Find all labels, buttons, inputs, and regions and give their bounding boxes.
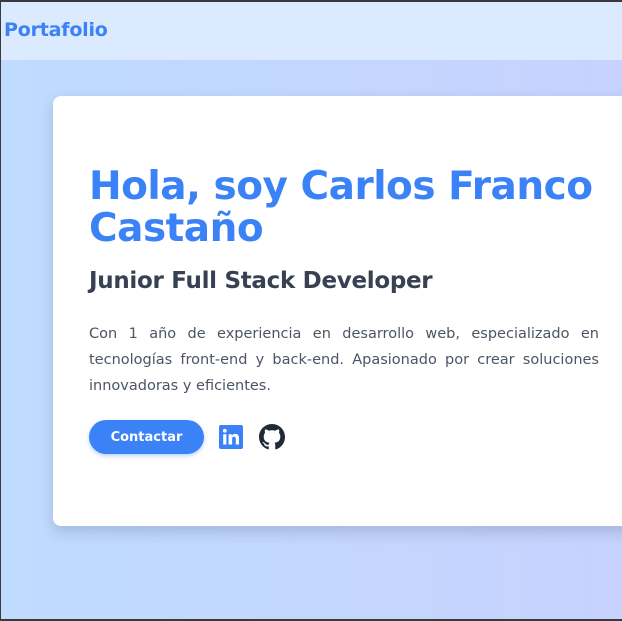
linkedin-icon (219, 425, 243, 449)
hero-description: Con 1 año de experiencia en desarrollo w… (89, 326, 599, 394)
top-navbar: Portafolio (0, 0, 622, 60)
hero-card: Hola, soy Carlos Franco Castaño Junior F… (53, 96, 622, 526)
hero-subtitle: Junior Full Stack Developer (89, 268, 433, 294)
linkedin-link[interactable] (218, 424, 244, 450)
hero-title: Hola, soy Carlos Franco Castaño (89, 164, 593, 251)
hero-actions: Contactar (89, 420, 285, 454)
github-link[interactable] (259, 424, 285, 450)
brand-logo-link[interactable]: Portafolio (4, 19, 108, 41)
github-icon (259, 424, 285, 450)
contact-button[interactable]: Contactar (89, 420, 204, 454)
